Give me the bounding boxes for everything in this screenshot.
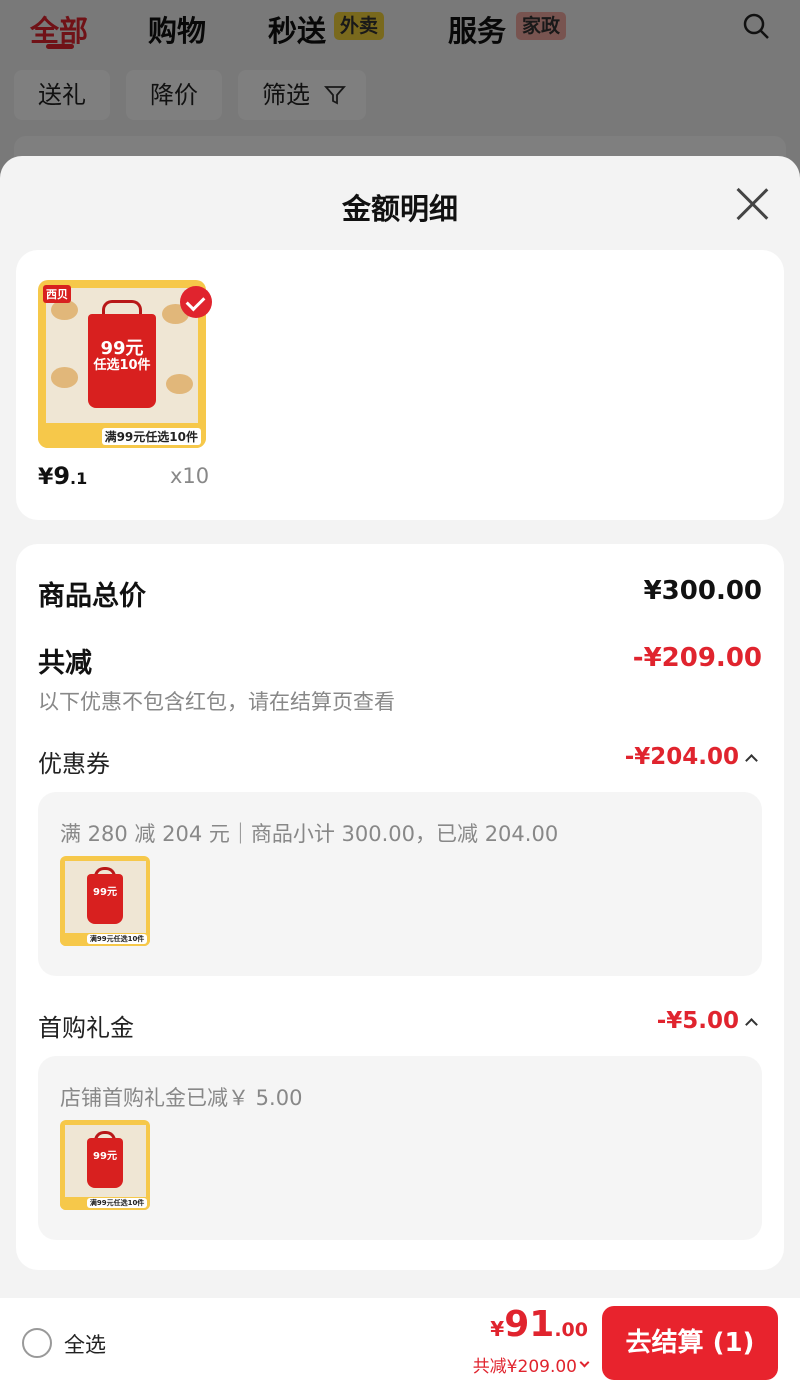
first-purchase-product-thumb: 99元 满99元任选10件 bbox=[60, 1120, 150, 1210]
total-decimal: .00 bbox=[554, 1319, 588, 1341]
total-amount: ¥91.00 bbox=[490, 1304, 588, 1345]
product-price: ¥9.1 bbox=[38, 462, 87, 490]
discount-value: -¥209.00 bbox=[632, 643, 762, 673]
checkout-bar: 全选 ¥91.00 共减¥209.00 去结算 (1) bbox=[0, 1298, 800, 1390]
bag-text-line1: 99元 bbox=[93, 887, 117, 899]
total-discount-text: 共减¥209.00 bbox=[472, 1357, 577, 1377]
bag-graphic bbox=[87, 874, 123, 925]
discount-note: 以下优惠不包含红包，请在结算页查看 bbox=[38, 690, 395, 714]
close-icon[interactable] bbox=[734, 186, 770, 222]
coupon-label: 优惠券 bbox=[38, 750, 110, 778]
chevron-down-icon bbox=[579, 1357, 590, 1368]
amount-detail-sheet: 金额明细 99元 任选10件 西贝 满99元任选10件 ¥9.1 x10 商品总… bbox=[0, 156, 800, 1390]
coupon-panel-text: 满 280 减 204 元｜商品小计 300.00，已减 204.00 bbox=[60, 822, 559, 846]
bag-text: 99元 bbox=[87, 888, 123, 899]
total-price-value: ¥300.00 bbox=[643, 576, 762, 606]
total-integer: 91 bbox=[504, 1304, 555, 1345]
coupon-value: -¥204.00 bbox=[624, 744, 739, 770]
select-all-radio[interactable] bbox=[22, 1328, 52, 1358]
coupon-panel: 满 280 减 204 元｜商品小计 300.00，已减 204.00 99元 … bbox=[38, 792, 762, 976]
total-price-label: 商品总价 bbox=[38, 581, 146, 612]
product-card: 99元 任选10件 西贝 满99元任选10件 ¥9.1 x10 bbox=[16, 250, 784, 520]
bag-text: 99元 bbox=[87, 1152, 123, 1163]
price-symbol: ¥ bbox=[38, 465, 54, 490]
price-decimal: .1 bbox=[70, 469, 88, 488]
bag-graphic bbox=[87, 1138, 123, 1189]
bag-text-line1: 99元 bbox=[93, 1151, 117, 1163]
selected-check-icon[interactable] bbox=[180, 286, 212, 318]
first-purchase-panel-text: 店铺首购礼金已减￥ 5.00 bbox=[60, 1086, 303, 1110]
product-quantity: x10 bbox=[170, 464, 210, 488]
food-item bbox=[51, 367, 79, 388]
bag-text-line1: 99元 bbox=[100, 338, 144, 360]
bag-text: 99元 任选10件 bbox=[88, 340, 155, 373]
first-purchase-panel: 店铺首购礼金已减￥ 5.00 99元 满99元任选10件 bbox=[38, 1056, 762, 1240]
bag-text-line2: 任选10件 bbox=[93, 358, 151, 374]
first-purchase-label: 首购礼金 bbox=[38, 1014, 134, 1042]
image-footer-text: 满99元任选10件 bbox=[86, 934, 148, 945]
discount-label: 共减 bbox=[38, 648, 92, 679]
image-footer-text: 满99元任选10件 bbox=[86, 1198, 148, 1209]
food-item bbox=[165, 374, 193, 395]
price-detail-card: 商品总价 ¥300.00 共减 -¥209.00 以下优惠不包含红包，请在结算页… bbox=[16, 544, 784, 1270]
checkout-button[interactable]: 去结算 (1) bbox=[602, 1306, 778, 1380]
image-footer-text: 满99元任选10件 bbox=[101, 427, 201, 445]
total-discount-toggle[interactable]: 共减¥209.00 bbox=[472, 1352, 590, 1377]
chevron-up-icon bbox=[745, 1017, 758, 1031]
brand-logo: 西贝 bbox=[43, 285, 72, 304]
chevron-up-icon bbox=[745, 753, 758, 767]
first-purchase-value: -¥5.00 bbox=[656, 1008, 739, 1034]
first-purchase-toggle[interactable]: -¥5.00 bbox=[656, 1008, 758, 1034]
price-integer: 9 bbox=[53, 462, 71, 490]
sheet-title: 金额明细 bbox=[341, 192, 458, 226]
coupon-product-thumb: 99元 满99元任选10件 bbox=[60, 856, 150, 946]
select-all-label[interactable]: 全选 bbox=[64, 1329, 106, 1359]
coupon-toggle[interactable]: -¥204.00 bbox=[624, 744, 758, 770]
total-symbol: ¥ bbox=[490, 1317, 505, 1341]
